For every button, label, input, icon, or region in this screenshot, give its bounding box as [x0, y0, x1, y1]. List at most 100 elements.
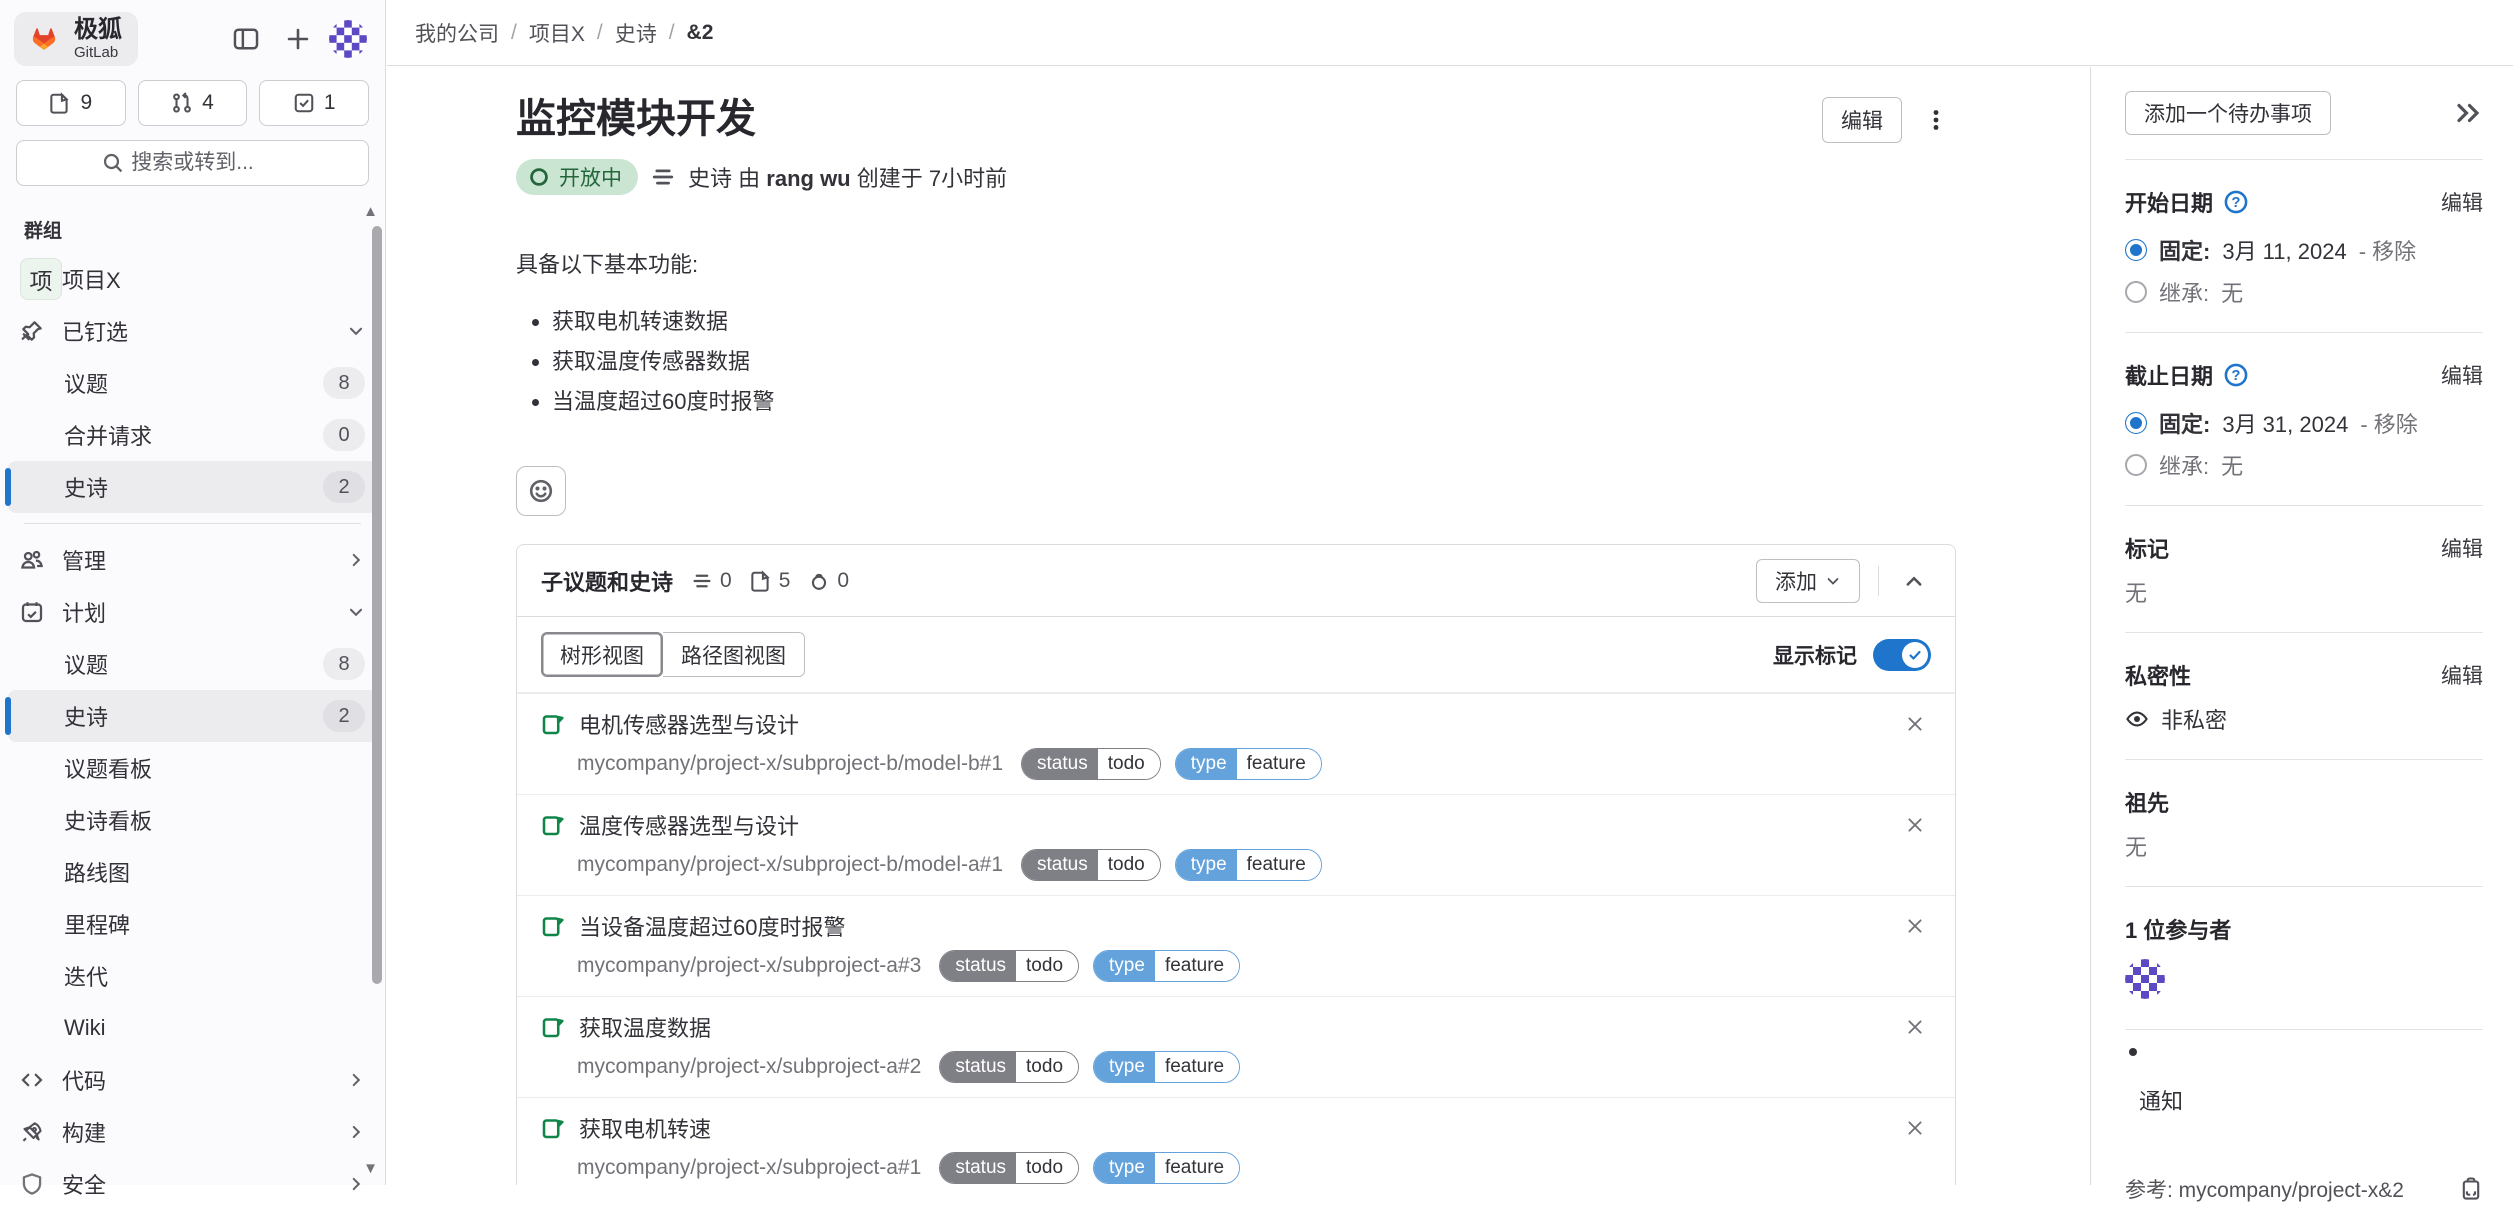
- edit-start-date-link[interactable]: 编辑: [2441, 187, 2483, 217]
- scroll-down-arrow[interactable]: ▼: [363, 1160, 378, 1177]
- label-status-todo[interactable]: statustodo: [939, 1152, 1079, 1184]
- tree-view-button[interactable]: 树形视图: [541, 632, 663, 677]
- sidebar-item-code[interactable]: 代码: [8, 1054, 377, 1106]
- start-date-title: 开始日期: [2125, 186, 2213, 218]
- issue-type-icon: [541, 1015, 565, 1039]
- sidebar-collapse-button[interactable]: [225, 18, 267, 60]
- sidebar-item-wiki[interactable]: Wiki: [8, 1002, 377, 1054]
- label-type-feature[interactable]: typefeature: [1175, 748, 1322, 780]
- edit-labels-link[interactable]: 编辑: [2441, 533, 2483, 563]
- copy-reference-icon[interactable]: [2459, 1177, 2483, 1201]
- sidebar-scrollbar[interactable]: [372, 226, 382, 984]
- child-item-title[interactable]: 获取温度数据: [579, 1011, 711, 1043]
- kebab-icon: [1923, 107, 1949, 133]
- label-type-feature[interactable]: typefeature: [1175, 849, 1322, 881]
- global-search[interactable]: [16, 140, 369, 186]
- add-todo-button[interactable]: 添加一个待办事项: [2125, 91, 2331, 135]
- fixed-date-radio[interactable]: [2125, 239, 2147, 261]
- add-reaction-button[interactable]: [516, 466, 566, 516]
- edit-due-date-link[interactable]: 编辑: [2441, 360, 2483, 390]
- sidebar-item-label: 已钉选: [62, 315, 128, 347]
- fixed-date-radio[interactable]: [2125, 412, 2147, 434]
- help-icon[interactable]: ?: [2223, 362, 2249, 388]
- sidebar-item-plan[interactable]: 计划: [8, 586, 377, 638]
- notification-bullet: [2129, 1048, 2137, 1056]
- issue-count: 5: [750, 569, 791, 593]
- remove-child-button[interactable]: [1899, 809, 1931, 841]
- sidebar-item-pinned[interactable]: 已钉选: [8, 305, 377, 357]
- label-status-todo[interactable]: statustodo: [1021, 748, 1161, 780]
- breadcrumb-project[interactable]: 项目X: [529, 18, 585, 48]
- sidebar-item-pinned-epics[interactable]: 史诗 2: [8, 461, 377, 513]
- label-type-feature[interactable]: typefeature: [1093, 1152, 1240, 1184]
- breadcrumb: 我的公司 / 项目X / 史诗 / &2: [415, 18, 713, 48]
- remove-date-link[interactable]: - 移除: [2359, 234, 2416, 266]
- search-input[interactable]: [16, 140, 369, 186]
- sidebar-item-manage[interactable]: 管理: [8, 534, 377, 586]
- collapse-panel-button[interactable]: [1897, 558, 1931, 604]
- label-status-todo[interactable]: statustodo: [939, 1051, 1079, 1083]
- sidebar-item-label: 安全: [62, 1168, 106, 1200]
- label-status-todo[interactable]: statustodo: [1021, 849, 1161, 881]
- scroll-up-arrow[interactable]: ▲: [363, 203, 378, 220]
- sidebar-item-plan-epics[interactable]: 史诗 2: [8, 690, 377, 742]
- sidebar-item-iterations[interactable]: 迭代: [8, 950, 377, 1002]
- collapse-sidebar-icon[interactable]: [2453, 98, 2483, 128]
- child-item-row: 获取温度数据 mycompany/project-x/subproject-a#…: [517, 996, 1955, 1097]
- notifications-label[interactable]: 通知: [2139, 1084, 2483, 1116]
- sidebar-item-epic-boards[interactable]: 史诗看板: [8, 794, 377, 846]
- remove-child-button[interactable]: [1899, 910, 1931, 942]
- chevron-right-icon: [347, 1123, 365, 1141]
- roadmap-view-button[interactable]: 路径图视图: [663, 632, 805, 677]
- assigned-issues-button[interactable]: 9: [16, 80, 126, 126]
- remove-child-button[interactable]: [1899, 1112, 1931, 1144]
- sidebar-item-roadmap[interactable]: 路线图: [8, 846, 377, 898]
- child-item-title[interactable]: 当设备温度超过60度时报警: [579, 910, 845, 942]
- author-name[interactable]: rang wu: [766, 166, 850, 191]
- child-item-path: mycompany/project-x/subproject-b/model-b…: [577, 752, 1003, 776]
- breadcrumb-group[interactable]: 我的公司: [415, 18, 499, 48]
- chevron-up-icon: [1903, 570, 1925, 592]
- fixed-date-value: 3月 11, 2024: [2222, 234, 2346, 266]
- inherit-value: 无: [2221, 276, 2243, 308]
- user-avatar[interactable]: [329, 20, 367, 58]
- label-status-todo[interactable]: statustodo: [939, 950, 1079, 982]
- sidebar-item-build[interactable]: 构建: [8, 1106, 377, 1158]
- inherited-date-radio[interactable]: [2125, 454, 2147, 476]
- todos-button[interactable]: 1: [259, 80, 369, 126]
- merge-requests-button[interactable]: 4: [138, 80, 248, 126]
- top-bar: 我的公司 / 项目X / 史诗 / &2: [387, 0, 2513, 66]
- sidebar-item-label: 史诗看板: [64, 804, 152, 836]
- edit-button[interactable]: 编辑: [1822, 97, 1902, 143]
- remove-child-button[interactable]: [1899, 1011, 1931, 1043]
- add-dropdown-button[interactable]: 添加: [1756, 559, 1860, 603]
- edit-confidentiality-link[interactable]: 编辑: [2441, 660, 2483, 690]
- divider: [2125, 632, 2483, 633]
- create-new-button[interactable]: [277, 18, 319, 60]
- sidebar-context-project[interactable]: 项 项目X: [8, 253, 377, 305]
- label-type-feature[interactable]: typefeature: [1093, 950, 1240, 982]
- participant-avatar[interactable]: [2125, 959, 2165, 999]
- remove-date-link[interactable]: - 移除: [2360, 407, 2417, 439]
- gitlab-logo[interactable]: 极狐 GitLab: [14, 12, 138, 66]
- count-badge: 8: [323, 367, 365, 399]
- sidebar-item-plan-issues[interactable]: 议题 8: [8, 638, 377, 690]
- show-labels-toggle[interactable]: [1873, 639, 1931, 671]
- help-icon[interactable]: ?: [2223, 189, 2249, 215]
- sidebar-item-security[interactable]: 安全: [8, 1158, 377, 1210]
- breadcrumb-epics[interactable]: 史诗: [615, 18, 657, 48]
- sidebar-item-issue-boards[interactable]: 议题看板: [8, 742, 377, 794]
- more-actions-button[interactable]: [1916, 97, 1956, 143]
- remove-child-button[interactable]: [1899, 708, 1931, 740]
- child-item-title[interactable]: 温度传感器选型与设计: [579, 809, 799, 841]
- child-item-title[interactable]: 获取电机转速: [579, 1112, 711, 1144]
- sidebar-item-label: 管理: [62, 544, 106, 576]
- sidebar-item-pinned-issues[interactable]: 议题 8: [8, 357, 377, 409]
- chevron-right-icon: [347, 551, 365, 569]
- child-item-title[interactable]: 电机传感器选型与设计: [579, 708, 799, 740]
- fixed-label: 固定:: [2159, 407, 2210, 439]
- inherited-date-radio[interactable]: [2125, 281, 2147, 303]
- sidebar-item-pinned-merge-requests[interactable]: 合并请求 0: [8, 409, 377, 461]
- sidebar-item-milestones[interactable]: 里程碑: [8, 898, 377, 950]
- label-type-feature[interactable]: typefeature: [1093, 1051, 1240, 1083]
